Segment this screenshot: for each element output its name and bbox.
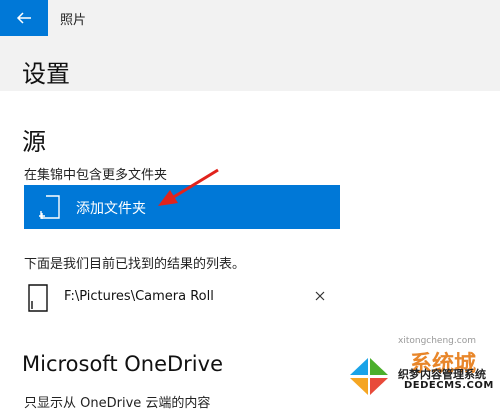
watermark-url-text: DEDECMS.COM [404,380,494,391]
onedrive-section-title: Microsoft OneDrive [22,352,223,376]
sources-description: 在集锦中包含更多文件夹 [24,168,168,183]
folder-list-item: F:\Pictures\Camera Roll [22,280,332,316]
page-header [0,36,500,91]
folder-path: F:\Pictures\Camera Roll [64,289,214,304]
add-folder-button[interactable]: 添加文件夹 [24,185,340,229]
back-arrow-icon [16,12,31,24]
remove-folder-button[interactable] [310,286,330,306]
add-folder-label: 添加文件夹 [76,201,146,217]
sources-section-title: 源 [22,128,46,156]
app-title: 照片 [60,13,87,28]
close-icon [315,291,325,301]
add-folder-icon [39,195,60,219]
back-button[interactable] [0,0,48,36]
folder-list-description: 下面是我们目前已找到的结果的列表。 [24,257,246,272]
watermark-faint-text: xitongcheng.com [398,336,476,346]
page-title: 设置 [22,60,70,88]
folder-icon [28,284,48,312]
onedrive-description: 只显示从 OneDrive 云端的内容 [24,396,211,411]
